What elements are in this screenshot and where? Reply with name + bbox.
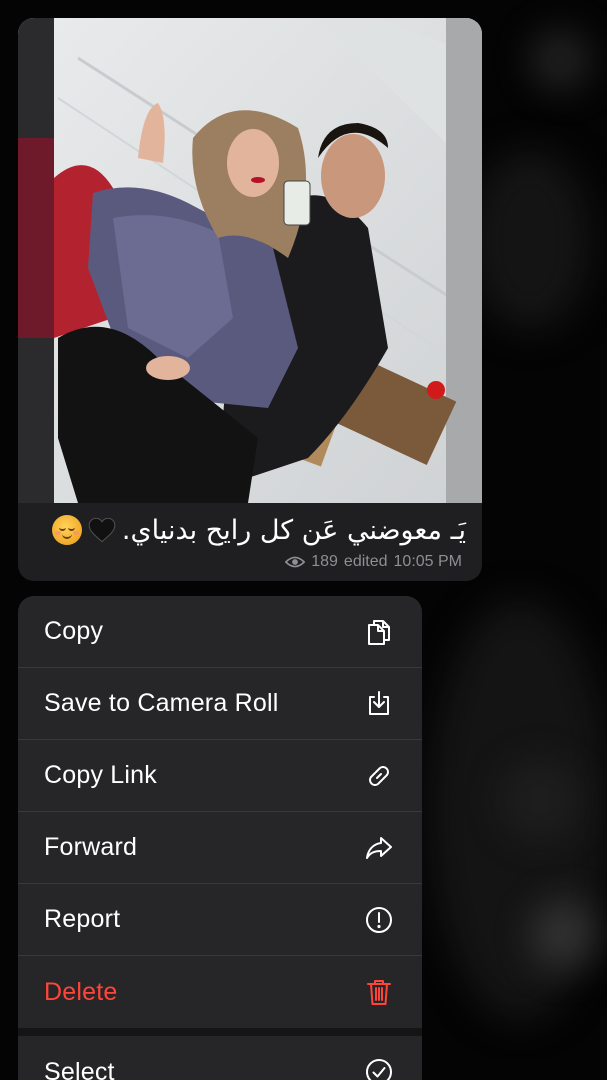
- context-menu: Copy Save to Camera Roll Copy Link Forwa…: [18, 596, 422, 1080]
- menu-item-label: Copy Link: [44, 761, 157, 789]
- message-time: 10:05 PM: [393, 553, 462, 570]
- checkmark-circle-icon: [362, 1055, 396, 1080]
- menu-item-label: Delete: [44, 977, 118, 1006]
- forward-icon: [362, 831, 396, 865]
- download-icon: [362, 687, 396, 721]
- menu-item-copy-link[interactable]: Copy Link: [18, 740, 422, 812]
- menu-separator: [18, 1028, 422, 1036]
- menu-item-label: Report: [44, 905, 121, 933]
- menu-item-label: Select: [44, 1057, 115, 1080]
- background-blur: [530, 30, 590, 90]
- link-icon: [362, 759, 396, 793]
- menu-item-label: Save to Camera Roll: [44, 689, 279, 717]
- trash-icon: [362, 975, 396, 1009]
- view-count: 189: [311, 553, 338, 570]
- message-meta: 189 edited 10:05 PM: [285, 552, 462, 572]
- menu-item-copy[interactable]: Copy: [18, 596, 422, 668]
- menu-item-save-to-camera-roll[interactable]: Save to Camera Roll: [18, 668, 422, 740]
- relieved-face-icon: [51, 515, 82, 545]
- screen: يَـ معوضني عَن كل رايح بدنياي. 189 edite…: [0, 0, 607, 1080]
- copy-icon: [362, 615, 396, 649]
- menu-item-label: Forward: [44, 833, 138, 861]
- edited-label: edited: [343, 553, 388, 570]
- menu-item-delete[interactable]: Delete: [18, 956, 422, 1028]
- menu-item-select[interactable]: Select: [18, 1036, 422, 1080]
- caption-text: يَـ معوضني عَن كل رايح بدنياي.: [121, 514, 466, 546]
- message-bubble[interactable]: يَـ معوضني عَن كل رايح بدنياي. 189 edite…: [18, 18, 482, 581]
- report-icon: [362, 903, 396, 937]
- message-caption: يَـ معوضني عَن كل رايح بدنياي.: [18, 510, 482, 550]
- menu-item-report[interactable]: Report: [18, 884, 422, 956]
- background-blur: [530, 900, 600, 970]
- menu-item-forward[interactable]: Forward: [18, 812, 422, 884]
- background-blur: [500, 760, 580, 840]
- eye-icon: [285, 556, 306, 568]
- black-heart-icon: [88, 517, 116, 543]
- menu-item-label: Copy: [44, 617, 104, 645]
- message-photo[interactable]: [18, 18, 482, 503]
- background-blur: [470, 150, 590, 330]
